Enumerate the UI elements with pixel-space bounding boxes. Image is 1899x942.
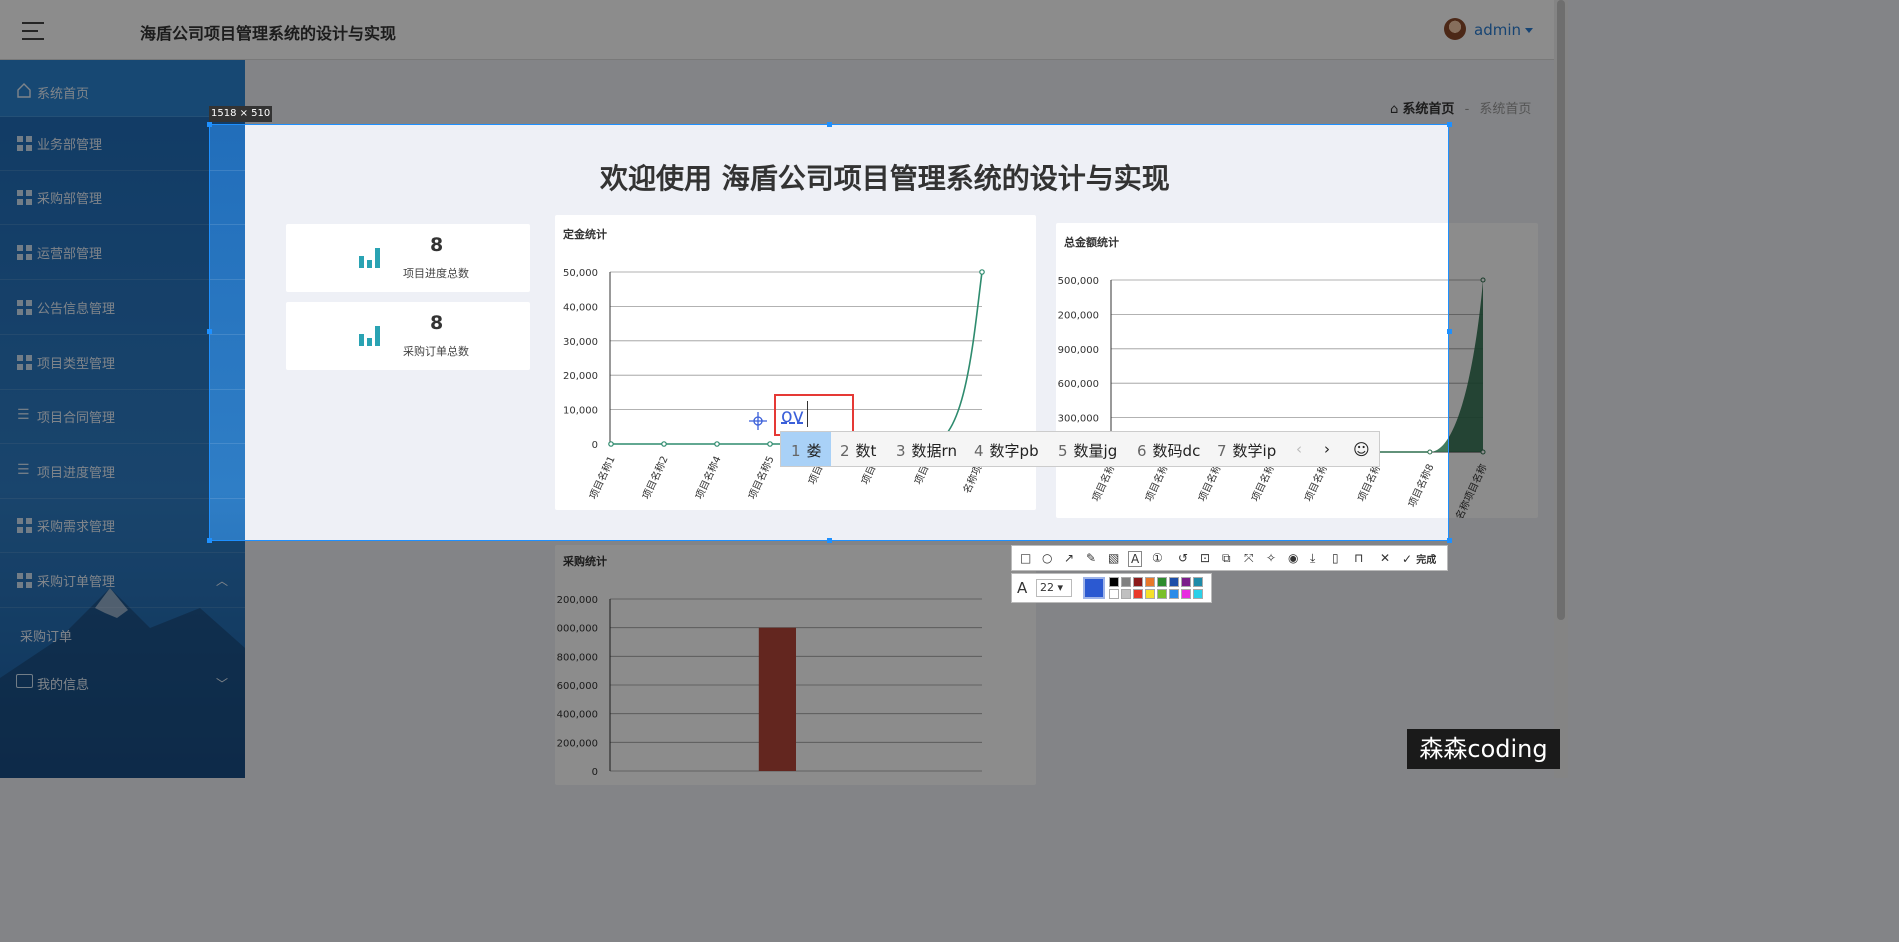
ime-candidate-bar: 1娄 2 数t 3 数据rn 4 数字pb 5 数量jg 6 数码dc 7 数学ip ‹ ›…	[780, 431, 1380, 467]
arrow-tool-icon[interactable]: ↗	[1064, 551, 1074, 565]
color-swatch[interactable]	[1181, 589, 1191, 599]
current-color-swatch[interactable]	[1083, 577, 1105, 599]
color-swatch[interactable]	[1181, 577, 1191, 587]
color-swatch[interactable]	[1157, 589, 1167, 599]
bookmark-icon[interactable]: ⊓	[1354, 551, 1363, 565]
resize-handle[interactable]	[207, 538, 212, 543]
resize-handle[interactable]	[207, 329, 212, 334]
dim-overlay	[0, 541, 1899, 942]
resize-handle[interactable]	[827, 538, 832, 543]
pin-icon[interactable]: ✧	[1266, 551, 1276, 565]
crosshair-cursor-icon	[749, 412, 767, 430]
color-swatch[interactable]	[1193, 589, 1203, 599]
mosaic-tool-icon[interactable]: ▧	[1108, 551, 1119, 565]
text-tool-icon[interactable]: A	[1128, 551, 1143, 567]
dim-overlay	[0, 0, 1899, 124]
record-icon[interactable]: ◉	[1288, 551, 1298, 565]
long-capture-icon[interactable]: ⤧	[1244, 551, 1254, 566]
dim-overlay	[1449, 124, 1899, 541]
ocr-icon[interactable]: ⊡	[1200, 551, 1210, 565]
ime-candidate[interactable]: 7 数学ip	[1217, 440, 1276, 461]
text-style-panel: A 22 ▾	[1011, 573, 1212, 603]
color-swatch[interactable]	[1169, 577, 1179, 587]
font-size-select[interactable]: 22 ▾	[1036, 579, 1072, 597]
font-icon: A	[1017, 579, 1028, 597]
ime-candidate[interactable]: 6 数码dc	[1137, 440, 1200, 461]
resize-handle[interactable]	[1447, 538, 1452, 543]
resize-handle[interactable]	[207, 122, 212, 127]
color-swatch[interactable]	[1109, 589, 1119, 599]
chevron-right-icon[interactable]: ›	[1324, 440, 1330, 458]
ime-candidate[interactable]: 5 数量jg	[1058, 440, 1117, 461]
annotation-toolbar: □ ○ ↗ ✎ ▧ A ① ↺ ⊡ ⧉ ⤧ ✧ ◉ ⤓ ▯ ⊓ ✕ ✓ 完成	[1011, 545, 1448, 571]
emoji-icon[interactable]: ☺	[1353, 440, 1370, 459]
pen-tool-icon[interactable]: ✎	[1086, 551, 1096, 565]
done-button[interactable]: ✓ 完成	[1402, 551, 1436, 566]
ime-candidate[interactable]: 4 数字pb	[974, 440, 1039, 461]
color-swatch[interactable]	[1133, 589, 1143, 599]
color-swatch[interactable]	[1121, 577, 1131, 587]
ime-candidate[interactable]: 2 数t	[840, 440, 876, 461]
watermark: 森森coding	[1407, 729, 1560, 769]
download-icon[interactable]: ⤓	[1310, 551, 1315, 566]
color-swatch[interactable]	[1109, 577, 1119, 587]
selection-size-label: 1518 × 510	[209, 106, 273, 122]
color-swatch[interactable]	[1193, 577, 1203, 587]
resize-handle[interactable]	[1447, 122, 1452, 127]
undo-icon[interactable]: ↺	[1178, 551, 1188, 565]
chevron-left-icon[interactable]: ‹	[1296, 440, 1302, 458]
rectangle-tool-icon[interactable]: □	[1020, 551, 1031, 565]
color-swatch[interactable]	[1133, 577, 1143, 587]
number-tool-icon[interactable]: ①	[1152, 551, 1163, 565]
ime-candidate[interactable]: 3 数据rn	[896, 440, 957, 461]
phone-icon[interactable]: ▯	[1332, 551, 1339, 565]
text-annotation-box[interactable]: ov	[774, 394, 854, 436]
ime-candidate[interactable]: 1娄	[791, 440, 822, 461]
translate-icon[interactable]: ⧉	[1222, 551, 1231, 566]
dim-overlay	[0, 124, 209, 541]
resize-handle[interactable]	[1447, 329, 1452, 334]
annotation-text[interactable]: ov	[781, 405, 804, 427]
resize-handle[interactable]	[827, 122, 832, 127]
capture-selection[interactable]	[209, 124, 1449, 541]
color-swatch[interactable]	[1121, 589, 1131, 599]
ellipse-tool-icon[interactable]: ○	[1042, 551, 1052, 565]
color-swatch[interactable]	[1169, 589, 1179, 599]
text-cursor	[807, 401, 808, 427]
close-icon[interactable]: ✕	[1380, 551, 1390, 565]
color-swatch[interactable]	[1157, 577, 1167, 587]
color-swatch[interactable]	[1145, 577, 1155, 587]
color-swatch[interactable]	[1145, 589, 1155, 599]
